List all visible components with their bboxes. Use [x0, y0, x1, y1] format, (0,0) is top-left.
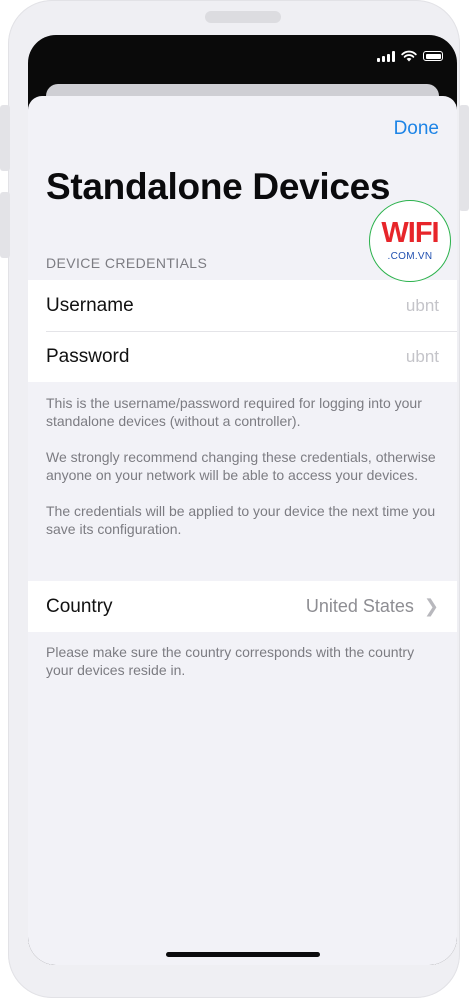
- country-group: Country United States ❯: [28, 581, 457, 632]
- volume-button: [0, 105, 10, 171]
- power-button: [459, 105, 469, 211]
- country-value-wrap: United States ❯: [306, 596, 439, 617]
- section-header-credentials: DEVICE CREDENTIALS: [46, 255, 208, 271]
- username-row[interactable]: Username ubnt: [28, 280, 457, 331]
- country-row[interactable]: Country United States ❯: [28, 581, 457, 632]
- phone-frame: Done Standalone Devices DEVICE CREDENTIA…: [8, 0, 460, 998]
- country-footer: Please make sure the country corresponds…: [46, 643, 441, 697]
- country-label: Country: [46, 595, 113, 617]
- footer-text: This is the username/password required f…: [46, 395, 422, 429]
- page-title: Standalone Devices: [46, 166, 391, 207]
- footer-text: Please make sure the country corresponds…: [46, 644, 415, 678]
- done-button[interactable]: Done: [394, 118, 439, 140]
- footer-text: We strongly recommend changing these cre…: [46, 449, 436, 483]
- credentials-group: Username ubnt Password ubnt: [28, 280, 457, 382]
- screen: Done Standalone Devices DEVICE CREDENTIA…: [28, 35, 457, 965]
- watermark-logo: WIFI .COM.VN: [369, 200, 451, 282]
- username-field[interactable]: ubnt: [406, 296, 439, 316]
- status-bar: [377, 49, 443, 63]
- chevron-right-icon: ❯: [423, 596, 439, 616]
- password-row[interactable]: Password ubnt: [28, 331, 457, 382]
- watermark-subtext: .COM.VN: [387, 251, 433, 262]
- home-indicator[interactable]: [166, 952, 320, 957]
- password-label: Password: [46, 345, 130, 367]
- volume-button: [0, 192, 10, 258]
- footer-text: The credentials will be applied to your …: [46, 503, 436, 537]
- credentials-footer: This is the username/password required f…: [46, 394, 441, 556]
- speaker-grille: [205, 11, 281, 23]
- password-field[interactable]: ubnt: [406, 347, 439, 367]
- watermark-text: WIFI: [381, 217, 439, 249]
- cellular-signal-icon: [377, 50, 395, 62]
- country-value: United States: [305, 596, 414, 616]
- wifi-icon: [401, 50, 417, 62]
- battery-icon: [423, 51, 443, 61]
- username-label: Username: [46, 294, 134, 316]
